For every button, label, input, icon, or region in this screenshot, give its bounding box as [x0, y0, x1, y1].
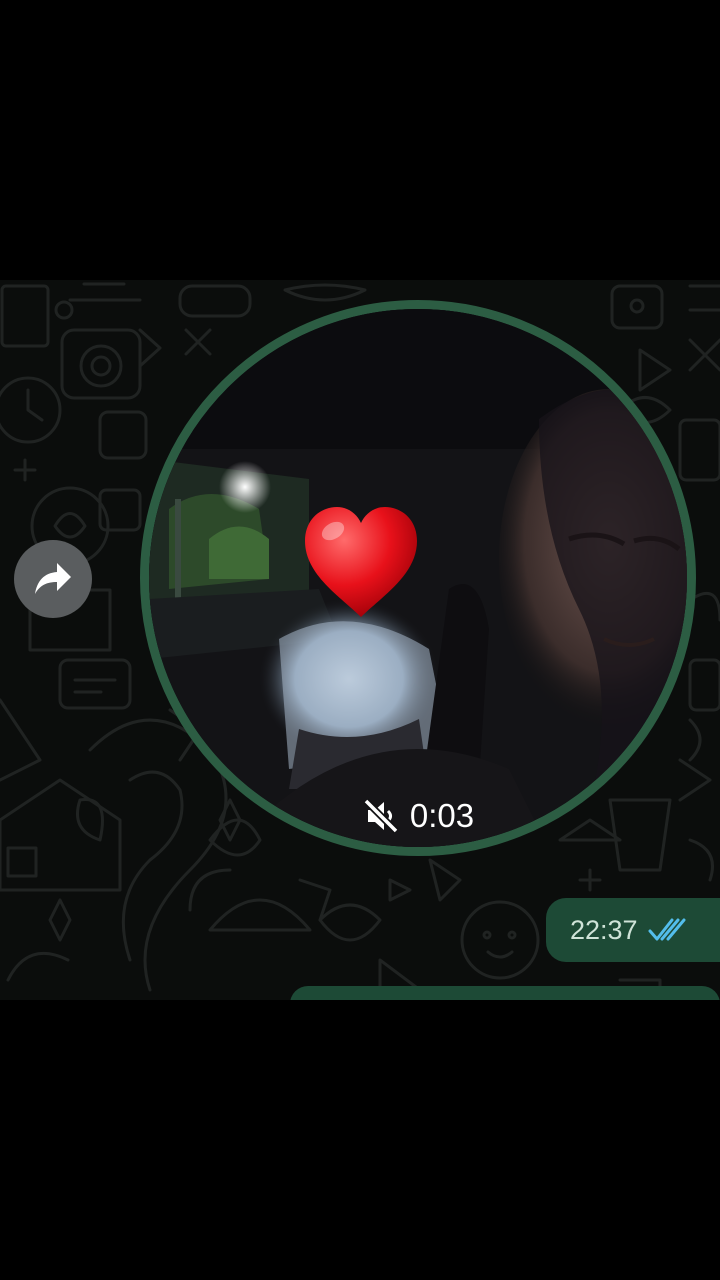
video-note[interactable]: 0:03	[140, 300, 696, 856]
double-check-icon	[648, 918, 686, 941]
message-time-bubble: 22:37	[546, 898, 720, 962]
letterbox-bottom	[0, 1000, 720, 1280]
next-message-bubble	[290, 986, 720, 1000]
message-timestamp: 22:37	[570, 914, 638, 945]
forward-button[interactable]	[14, 540, 92, 618]
red-heart-icon	[305, 507, 417, 617]
letterbox-top	[0, 0, 720, 280]
share-arrow-icon	[35, 563, 71, 594]
chat-area: 0:03 22:37	[0, 280, 720, 1000]
